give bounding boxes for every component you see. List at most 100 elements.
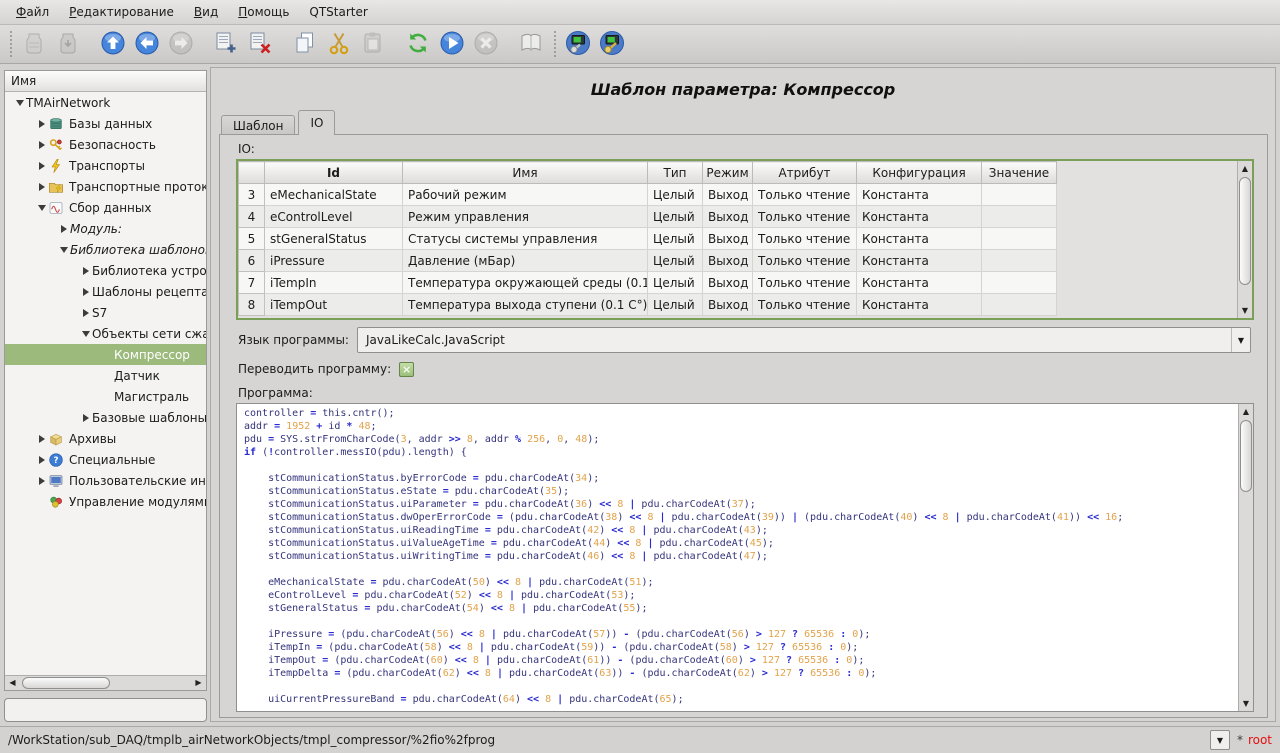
io-cell[interactable]: eMechanicalState	[265, 184, 403, 206]
menu-item-view[interactable]: Вид	[184, 1, 228, 23]
expand-icon[interactable]	[35, 141, 48, 149]
io-cell[interactable]: Константа	[857, 184, 982, 206]
tree-item-транспорты[interactable]: Транспорты	[5, 155, 206, 176]
expand-icon[interactable]	[35, 456, 48, 464]
io-cell[interactable]: Константа	[857, 294, 982, 316]
tree-item-магистраль[interactable]: Магистраль	[5, 386, 206, 407]
column-header-Конфигурация[interactable]: Конфигурация	[857, 162, 982, 184]
tree-item-архивы[interactable]: Архивы	[5, 428, 206, 449]
tree-item-датчик[interactable]: Датчик	[5, 365, 206, 386]
tab-io[interactable]: IO	[298, 110, 335, 135]
scroll-left-icon[interactable]: ◀	[5, 676, 20, 690]
vision-button[interactable]	[596, 28, 628, 60]
tree-item-базовые-шаблоны[interactable]: Базовые шаблоны	[5, 407, 206, 428]
scrollbar-track[interactable]	[20, 676, 191, 690]
io-cell[interactable]: eControlLevel	[265, 206, 403, 228]
io-cell[interactable]: iTempOut	[265, 294, 403, 316]
column-header-Режим[interactable]: Режим	[703, 162, 753, 184]
io-cell[interactable]: Выход	[703, 294, 753, 316]
collapse-icon[interactable]	[35, 205, 48, 211]
start-button[interactable]	[436, 28, 468, 60]
column-header-Значение[interactable]: Значение	[982, 162, 1057, 184]
io-cell[interactable]: Температура выхода ступени (0.1 C°)	[403, 294, 648, 316]
io-cell[interactable]: Только чтение	[753, 184, 857, 206]
tree-item-транспортные-протокол[interactable]: Транспортные протокол	[5, 176, 206, 197]
io-cell[interactable]: Только чтение	[753, 228, 857, 250]
scroll-down-icon[interactable]: ▼	[1239, 696, 1253, 711]
expand-icon[interactable]	[79, 414, 92, 422]
io-cell[interactable]: Выход	[703, 184, 753, 206]
scrollbar-thumb[interactable]	[1239, 177, 1251, 285]
io-cell[interactable]: Температура окружающей среды (0.1 C°)	[403, 272, 648, 294]
io-cell[interactable]	[982, 294, 1057, 316]
back-button[interactable]	[131, 28, 163, 60]
scroll-up-icon[interactable]: ▲	[1239, 404, 1253, 419]
refresh-button[interactable]	[402, 28, 434, 60]
row-number[interactable]: 8	[239, 294, 265, 316]
menu-item-edit[interactable]: Редактирование	[59, 1, 184, 23]
up-button[interactable]	[97, 28, 129, 60]
tree-item-пользовательские-интер[interactable]: Пользовательские интер	[5, 470, 206, 491]
io-cell[interactable]: Давление (мБар)	[403, 250, 648, 272]
column-header-Тип[interactable]: Тип	[648, 162, 703, 184]
expand-icon[interactable]	[35, 477, 48, 485]
io-cell[interactable]: Целый	[648, 206, 703, 228]
expand-icon[interactable]	[35, 435, 48, 443]
io-cell[interactable]: Целый	[648, 184, 703, 206]
expand-icon[interactable]	[57, 225, 70, 233]
tree-item-библиотека-устройст[interactable]: Библиотека устройст	[5, 260, 206, 281]
io-cell[interactable]: stGeneralStatus	[265, 228, 403, 250]
io-cell[interactable]	[982, 184, 1057, 206]
cut-button[interactable]	[323, 28, 355, 60]
tree-item-s7[interactable]: S7	[5, 302, 206, 323]
io-cell[interactable]: Целый	[648, 272, 703, 294]
io-cell[interactable]	[982, 250, 1057, 272]
manual-button[interactable]	[515, 28, 547, 60]
io-cell[interactable]: Режим управления	[403, 206, 648, 228]
io-cell[interactable]: Константа	[857, 272, 982, 294]
tree-column-header[interactable]: Имя	[5, 71, 206, 92]
tree-item-сбор-данных[interactable]: Сбор данных	[5, 197, 206, 218]
io-cell[interactable]: Выход	[703, 206, 753, 228]
program-scrollbar[interactable]: ▲ ▼	[1238, 404, 1253, 711]
io-cell[interactable]: Только чтение	[753, 206, 857, 228]
scrollbar-thumb[interactable]	[1240, 420, 1252, 492]
row-number[interactable]: 7	[239, 272, 265, 294]
tree-item-специальные[interactable]: ?Специальные	[5, 449, 206, 470]
collapse-icon[interactable]	[13, 100, 26, 106]
copy-button[interactable]	[289, 28, 321, 60]
collapse-icon[interactable]	[79, 331, 92, 337]
io-cell[interactable]: Только чтение	[753, 250, 857, 272]
io-cell[interactable]: Константа	[857, 250, 982, 272]
io-cell[interactable]	[982, 206, 1057, 228]
menu-item-file[interactable]: Файл	[6, 1, 59, 23]
expand-icon[interactable]	[35, 183, 48, 191]
io-cell[interactable]: Константа	[857, 228, 982, 250]
io-cell[interactable]: Целый	[648, 250, 703, 272]
io-cell[interactable]: Целый	[648, 228, 703, 250]
tree-item-безопасность[interactable]: Безопасность	[5, 134, 206, 155]
qtcfg-button[interactable]	[562, 28, 594, 60]
menu-item-qtstarter[interactable]: QTStarter	[299, 1, 377, 23]
tree-item-tmairnetwork[interactable]: TMAirNetwork	[5, 92, 206, 113]
scroll-down-icon[interactable]: ▼	[1238, 303, 1252, 318]
toolbar-handle[interactable]	[8, 31, 13, 57]
tree-item-базы-данных[interactable]: Базы данных	[5, 113, 206, 134]
program-editor[interactable]: controller = this.cntr();addr = 1952 + i…	[237, 404, 1238, 711]
toolbar-handle[interactable]	[552, 31, 557, 57]
tree-filter-input[interactable]	[4, 698, 207, 722]
expand-icon[interactable]	[79, 288, 92, 296]
tree-item-модуль-[interactable]: Модуль:	[5, 218, 206, 239]
io-cell[interactable]: Константа	[857, 206, 982, 228]
io-cell[interactable]	[982, 228, 1057, 250]
chevron-down-icon[interactable]: ▼	[1231, 328, 1250, 352]
tree-item-объекты-сети-сжатог[interactable]: Объекты сети сжатог	[5, 323, 206, 344]
expand-icon[interactable]	[35, 162, 48, 170]
row-number[interactable]: 5	[239, 228, 265, 250]
status-combobox[interactable]: ▼	[1210, 730, 1230, 750]
io-table-scrollbar[interactable]: ▲ ▼	[1237, 161, 1252, 318]
scrollbar-thumb[interactable]	[22, 677, 110, 689]
tree-horizontal-scrollbar[interactable]: ◀ ▶	[5, 675, 206, 690]
io-cell[interactable]	[982, 272, 1057, 294]
translate-checkbox[interactable]: ×	[399, 362, 414, 377]
